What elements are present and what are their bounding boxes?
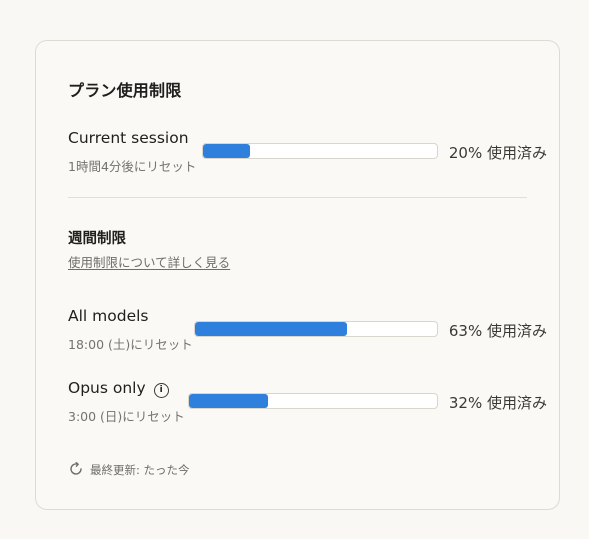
- page-title: プラン使用制限: [68, 81, 182, 100]
- opus-only-row: Opus only i 3:00 (日)にリセット 32% 使用済み: [68, 379, 547, 425]
- current-session-progress-bar: [202, 143, 438, 159]
- learn-more-link[interactable]: 使用制限について詳しく見る: [68, 252, 230, 271]
- opus-only-progress-fill: [189, 394, 269, 408]
- last-updated-label: 最終更新: たった今: [90, 463, 190, 477]
- all-models-reset: 18:00 (土)にリセット: [68, 337, 193, 352]
- last-updated: 最終更新: たった今: [68, 461, 190, 480]
- all-models-progress-bar: [194, 321, 438, 337]
- opus-only-reset: 3:00 (日)にリセット: [68, 409, 185, 424]
- all-models-row: All models 18:00 (土)にリセット 63% 使用済み: [68, 307, 547, 353]
- opus-only-percent: 32% 使用済み: [448, 394, 547, 412]
- info-icon[interactable]: i: [153, 383, 169, 398]
- all-models-progress-fill: [195, 322, 348, 336]
- current-session-row: Current session 1時間4分後にリセット 20% 使用済み: [68, 129, 547, 175]
- divider: [68, 197, 527, 198]
- current-session-percent: 20% 使用済み: [448, 144, 547, 162]
- weekly-limits-title: 週間制限: [68, 231, 126, 247]
- all-models-label: All models: [68, 307, 149, 325]
- current-session-label: Current session: [68, 129, 189, 147]
- opus-only-progress-bar: [188, 393, 438, 409]
- current-session-reset: 1時間4分後にリセット: [68, 159, 197, 174]
- refresh-icon[interactable]: [68, 461, 84, 480]
- plan-usage-card: プラン使用制限 Current session 1時間4分後にリセット 20% …: [35, 40, 560, 510]
- current-session-progress-fill: [203, 144, 250, 158]
- all-models-percent: 63% 使用済み: [448, 322, 547, 340]
- opus-only-label-wrap: Opus only i: [68, 379, 169, 398]
- opus-only-label: Opus only: [68, 379, 146, 397]
